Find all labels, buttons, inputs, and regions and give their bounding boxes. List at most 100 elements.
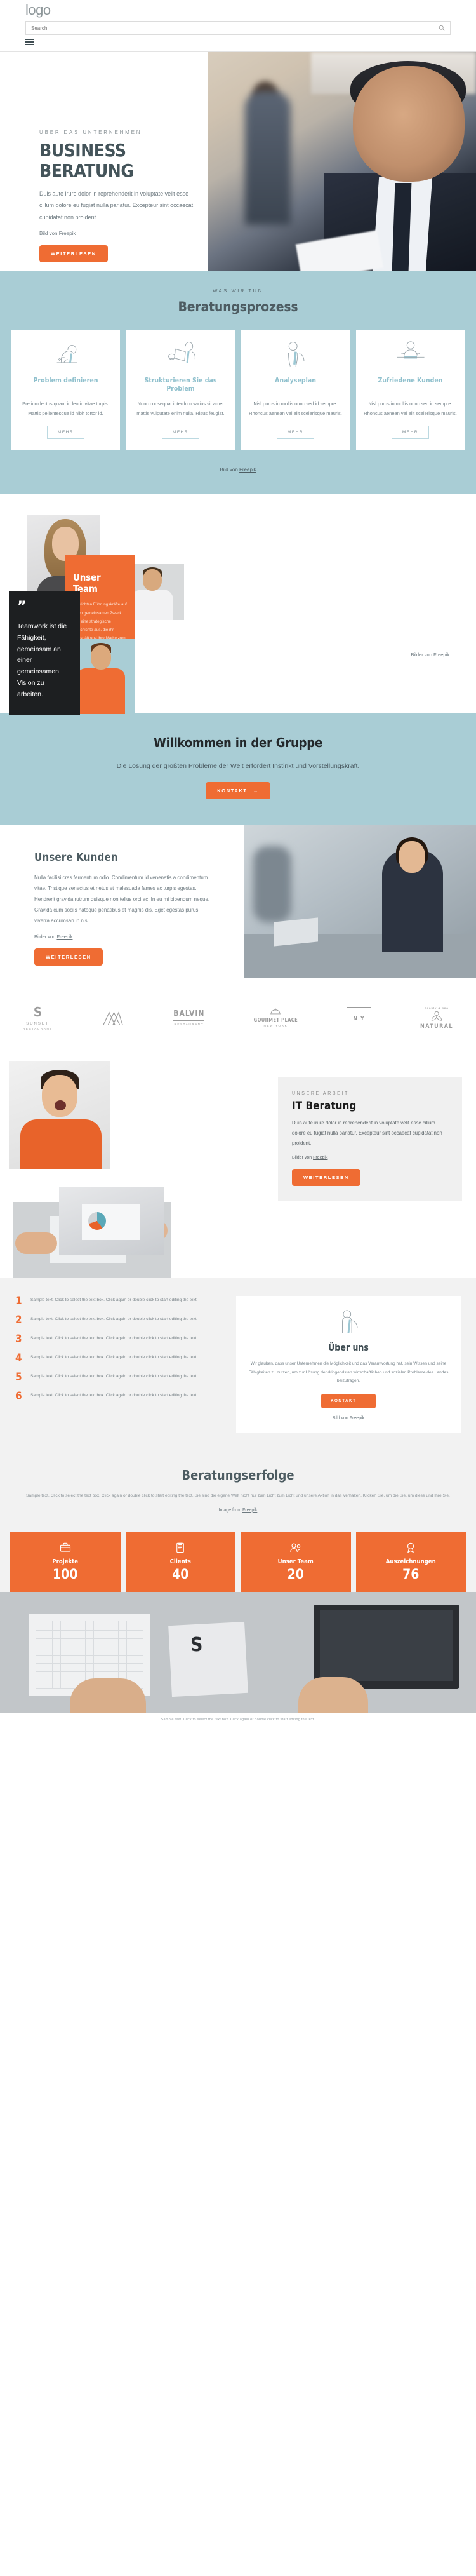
process-eyebrow: WAS WIR TUN <box>213 288 263 294</box>
search-input[interactable] <box>31 25 439 31</box>
search-icon[interactable] <box>439 25 445 31</box>
team-card-title: Unser Team <box>73 572 101 595</box>
list-item-text: Sample text. Click to select the text bo… <box>30 1355 198 1360</box>
process-card-button[interactable]: MEHR <box>391 426 430 440</box>
site-header: logo <box>0 0 476 53</box>
team-image-credit: Bilder von Freepik <box>411 652 449 657</box>
process-title: Beratungsprozess <box>178 299 298 315</box>
list-item: 1 Sample text. Click to select the text … <box>15 1296 225 1307</box>
steps-and-about-section: 1 Sample text. Click to select the text … <box>0 1278 476 1453</box>
stat-label: Clients <box>169 1558 191 1565</box>
it-paragraph: Duis aute irure dolor in reprehenderit i… <box>292 1120 442 1147</box>
hero-image-businessman <box>208 52 476 272</box>
man-presenting-icon <box>248 339 343 370</box>
person-presenting-icon <box>246 1306 451 1339</box>
stat-value: 100 <box>53 1566 78 1582</box>
search-bar[interactable] <box>25 21 451 36</box>
about-text: Wir glauben, dass unser Unternehmen die … <box>248 1361 449 1384</box>
process-card-list: Problem definieren Pretium lectus quam i… <box>0 330 476 451</box>
hamburger-menu-icon[interactable] <box>25 39 34 46</box>
team-section: Unser Team Wir richten Führungskräfte au… <box>0 494 476 715</box>
hero-paragraph: Duis aute irure dolor in reprehenderit i… <box>39 190 194 220</box>
list-item-number: 2 <box>15 1314 22 1327</box>
clients-cta-button[interactable]: WEITERLESEN <box>34 948 103 966</box>
success-credit-link[interactable]: Freepik <box>242 1508 257 1513</box>
logo-sub-text: SUNSET <box>26 1022 50 1027</box>
list-item-text: Sample text. Click to select the text bo… <box>30 1317 198 1322</box>
stats-row: Projekte 100 Clients 40 Unser Team 20 Au… <box>0 1531 476 1592</box>
man-reading-document-icon <box>133 339 228 370</box>
process-credit-link[interactable]: Freepik <box>239 467 256 473</box>
natural-beauty-spa-logo: beauty & spa NATURAL <box>420 1005 453 1030</box>
logo-main-text: BALVIN <box>173 1009 205 1018</box>
hero-title: BUSINESS BERATUNG <box>39 140 204 180</box>
it-photo-meeting-chart <box>59 1187 164 1256</box>
hero-text-block: ÜBER DAS UNTERNEHMEN BUSINESS BERATUNG D… <box>39 130 204 263</box>
process-card-title: Problem definieren <box>33 377 98 385</box>
clients-paragraph: Nulla facilisi cras fermentum odio. Cond… <box>34 875 210 924</box>
process-card-text: Nisl purus in mollis nunc sed id sempre.… <box>364 401 457 417</box>
hero-title-line2: BERATUNG <box>39 159 134 181</box>
hero-credit-link[interactable]: Freepik <box>59 231 76 236</box>
process-card-title: Strukturieren Sie das Problem <box>144 377 217 393</box>
success-section: Beratungserfolge Sample text. Click to s… <box>0 1453 476 1532</box>
list-item-number: 5 <box>15 1371 22 1384</box>
it-consulting-section: UNSERE ARBEIT IT Beratung Duis aute irur… <box>0 1049 476 1279</box>
it-cta-button[interactable]: WEITERLESEN <box>292 1169 360 1187</box>
process-card-button[interactable]: MEHR <box>276 426 315 440</box>
about-credit-link[interactable]: Freepik <box>350 1416 364 1420</box>
footer-text: Sample text. Click to select the text bo… <box>0 1712 476 1728</box>
process-card-title: Zufriedene Kunden <box>378 377 443 385</box>
process-card[interactable]: Problem definieren Pretium lectus quam i… <box>11 330 120 451</box>
process-credit-prefix: Bild von <box>220 467 239 473</box>
list-item: 2 Sample text. Click to select the text … <box>15 1315 225 1326</box>
welcome-contact-button[interactable]: KONTAKT <box>206 782 270 800</box>
team-credit-link[interactable]: Freepik <box>433 652 449 657</box>
process-card-text: Pretium lectus quam id leo in vitae turp… <box>22 401 109 417</box>
list-item: 6 Sample text. Click to select the text … <box>15 1391 225 1402</box>
welcome-title: Willkommen in der Gruppe <box>154 735 322 751</box>
gourmet-place-logo: GOURMET PLACE NEW YORK <box>254 1008 298 1027</box>
hero-section: ÜBER DAS UNTERNEHMEN BUSINESS BERATUNG D… <box>0 52 476 272</box>
mountain-logo <box>102 1009 124 1026</box>
hero-image-credit: Bild von Freepik <box>39 231 204 236</box>
clients-panel: Unsere Kunden Nulla facilisi cras fermen… <box>18 833 227 983</box>
it-photo-man-shouting <box>9 1061 110 1170</box>
process-card[interactable]: Strukturieren Sie das Problem Nunc conse… <box>126 330 235 451</box>
stat-label: Unser Team <box>277 1558 314 1565</box>
process-card-button[interactable]: MEHR <box>46 426 85 440</box>
client-logos-strip: S SUNSET RESTAURANT BALVIN RESTAURANT GO… <box>0 999 476 1050</box>
clients-credit-link[interactable]: Freepik <box>56 934 72 940</box>
clients-title: Unsere Kunden <box>34 851 118 865</box>
clients-photo-office <box>244 825 476 979</box>
stat-card-awards: Auszeichnungen 76 <box>355 1531 466 1592</box>
bottom-photo-desk: S <box>0 1591 476 1713</box>
list-item-number: 1 <box>15 1295 22 1308</box>
man-at-desk-icon <box>363 339 458 370</box>
award-icon <box>360 1541 463 1554</box>
process-card[interactable]: Analyseplan Nisl purus in mollis nunc se… <box>241 330 350 451</box>
list-item-text: Sample text. Click to select the text bo… <box>30 1298 198 1303</box>
man-writing-icon <box>18 339 113 370</box>
hero-title-line1: BUSINESS <box>39 140 126 161</box>
success-title: Beratungserfolge <box>182 1467 294 1483</box>
process-card[interactable]: Zufriedene Kunden Nisl purus in mollis n… <box>356 330 465 451</box>
list-item-number: 4 <box>15 1352 22 1365</box>
logo-sub-text: beauty & spa <box>425 1006 449 1010</box>
it-panel: UNSERE ARBEIT IT Beratung Duis aute irur… <box>278 1077 462 1202</box>
about-contact-button[interactable]: KONTAKT <box>321 1393 376 1408</box>
process-card-title: Analyseplan <box>275 377 316 385</box>
hero-cta-button[interactable]: WEITERLESEN <box>39 245 108 263</box>
list-item-number: 6 <box>15 1390 22 1403</box>
hero-eyebrow: ÜBER DAS UNTERNEHMEN <box>39 130 142 136</box>
logo-sub2-text: RESTAURANT <box>23 1027 53 1031</box>
quote-mark-icon: ” <box>17 599 26 616</box>
page-root: logo ÜBER DAS UNTERNEHMEN BUSINESS BER <box>0 0 476 1728</box>
logo-sub-text: NEW YORK <box>263 1023 288 1027</box>
logo-main-text: NATURAL <box>420 1023 453 1030</box>
process-card-button[interactable]: MEHR <box>161 426 200 440</box>
it-eyebrow: UNSERE ARBEIT <box>292 1091 349 1096</box>
clients-image-credit: Bilder von Freepik <box>34 934 211 940</box>
it-credit-link[interactable]: Freepik <box>313 1156 327 1160</box>
site-logo[interactable]: logo <box>25 2 451 18</box>
